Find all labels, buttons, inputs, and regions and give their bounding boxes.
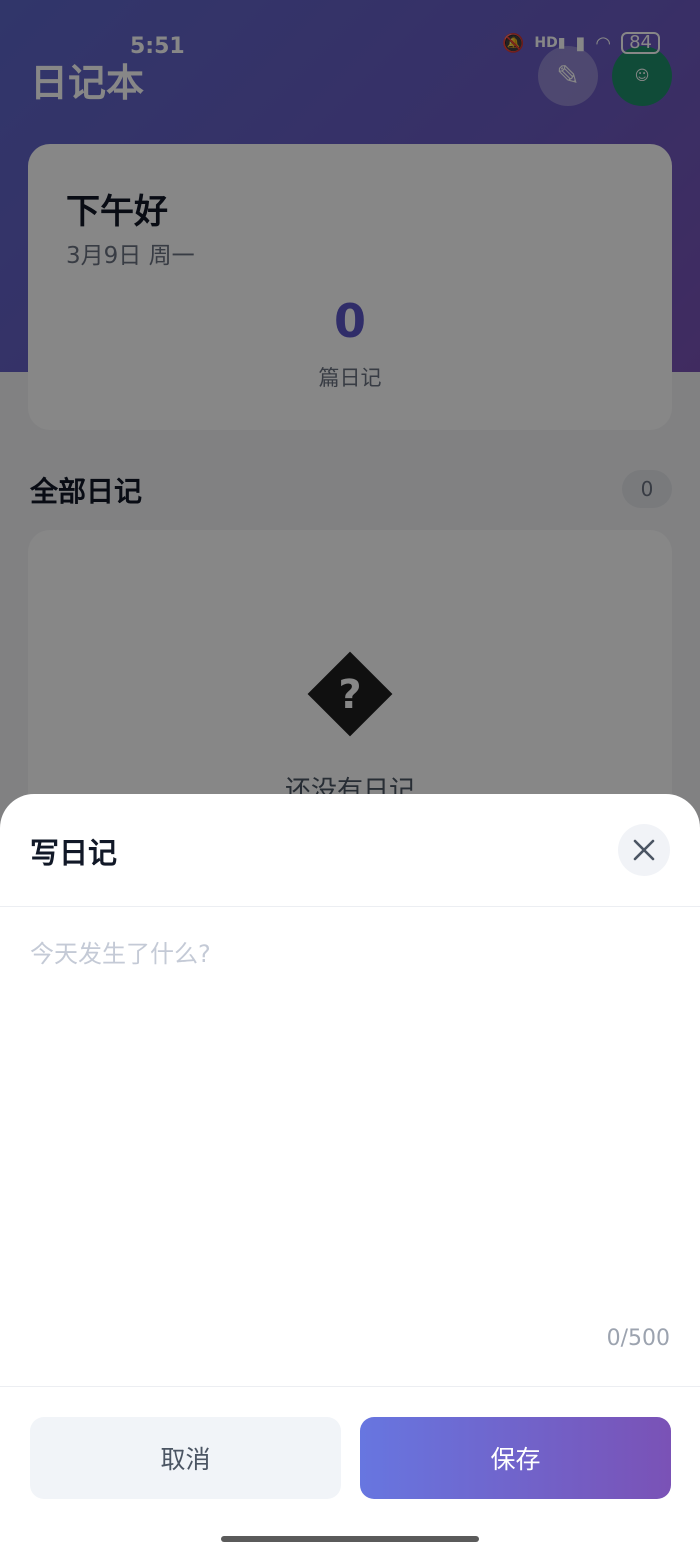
char-count: 0/500: [606, 1326, 670, 1351]
save-button[interactable]: 保存: [360, 1417, 671, 1499]
footer-divider: [0, 1386, 700, 1387]
diary-content-input[interactable]: [30, 934, 670, 1314]
write-diary-sheet: 写日记 0/500 取消 保存: [0, 794, 700, 1555]
sheet-title: 写日记: [30, 836, 118, 870]
close-button[interactable]: [618, 824, 670, 876]
home-indicator: [221, 1536, 479, 1542]
sheet-divider: [0, 906, 700, 907]
cancel-button[interactable]: 取消: [30, 1417, 341, 1499]
close-icon: [633, 839, 655, 861]
